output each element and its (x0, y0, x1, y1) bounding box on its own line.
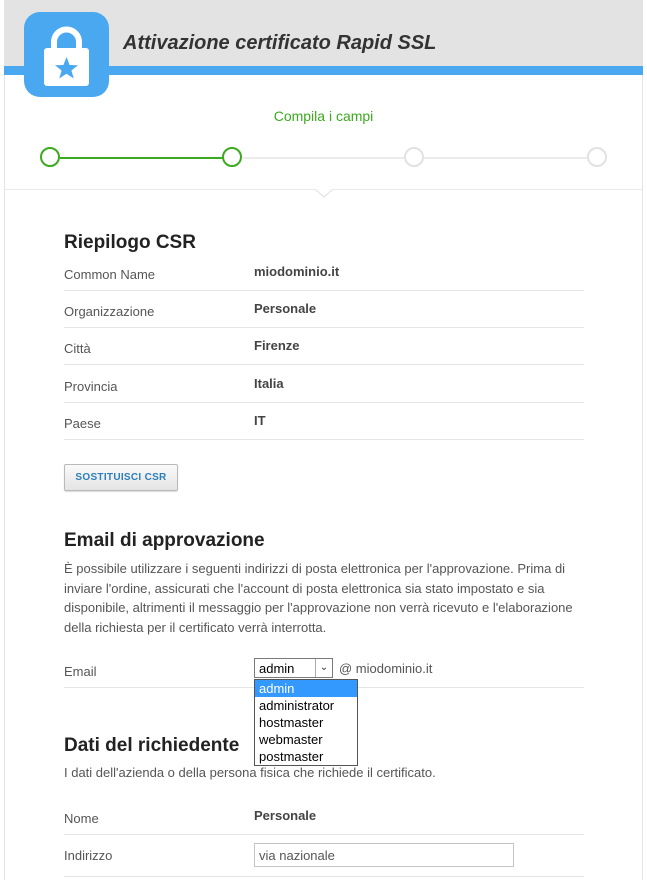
step-2 (222, 147, 242, 167)
dropdown-option[interactable]: administrator (255, 697, 357, 714)
csr-row: Organizzazione Personale (64, 290, 584, 328)
replace-csr-button[interactable]: SOSTITUISCI CSR (64, 464, 178, 491)
dropdown-option[interactable]: admin (255, 680, 357, 697)
step-caption: Compila i campi (273, 108, 374, 124)
applicant-name-value: Personale (254, 808, 317, 823)
email-domain: @ miodominio.it (339, 661, 433, 676)
dropdown-option[interactable]: webmaster (255, 731, 357, 748)
approval-section-title: Email di approvazione (64, 530, 265, 551)
csr-row-value: Personale (254, 301, 317, 316)
step-1 (40, 147, 60, 167)
approval-description: È possibile utilizzare i seguenti indiri… (64, 561, 573, 635)
page-title: Attivazione certificato Rapid SSL (123, 32, 437, 54)
csr-row-value: Firenze (254, 338, 300, 353)
csr-row: Città Firenze (64, 327, 584, 365)
csr-row-label: Città (64, 341, 91, 356)
dropdown-option[interactable]: hostmaster (255, 714, 357, 731)
csr-row-value: miodominio.it (254, 264, 340, 279)
csr-row-value: IT (254, 413, 266, 428)
dropdown-option[interactable]: postmaster (255, 748, 357, 765)
progress-line-complete (60, 157, 223, 159)
step-4 (587, 147, 607, 167)
csr-row-label: Organizzazione (64, 304, 155, 319)
email-dropdown-list: admin administrator hostmaster webmaster… (254, 679, 358, 766)
csr-row-label: Paese (64, 416, 101, 431)
applicant-subtitle: I dati dell'azienda o della persona fisi… (64, 765, 436, 780)
csr-row-label: Provincia (64, 379, 118, 394)
step-3 (404, 147, 424, 167)
csr-row-value: Italia (254, 376, 284, 391)
email-select-value: admin (259, 661, 295, 676)
email-label: Email (64, 664, 97, 679)
lock-star-icon (24, 12, 109, 97)
applicant-section-title: Dati del richiedente (64, 735, 240, 756)
chevron-down-icon[interactable]: ⌄ (315, 659, 332, 677)
csr-row-label: Common Name (64, 267, 156, 282)
csr-section-title: Riepilogo CSR (64, 232, 196, 253)
applicant-address-label: Indirizzo (64, 848, 113, 863)
csr-row: Provincia Italia (64, 365, 584, 403)
csr-row: Paese IT (64, 402, 584, 440)
csr-row: Common Name miodominio.it (64, 253, 584, 291)
email-select[interactable]: admin ⌄ (254, 658, 333, 678)
address-input[interactable] (254, 843, 514, 867)
applicant-name-label: Nome (64, 811, 99, 826)
applicant-row-name: Nome Personale (64, 797, 584, 835)
